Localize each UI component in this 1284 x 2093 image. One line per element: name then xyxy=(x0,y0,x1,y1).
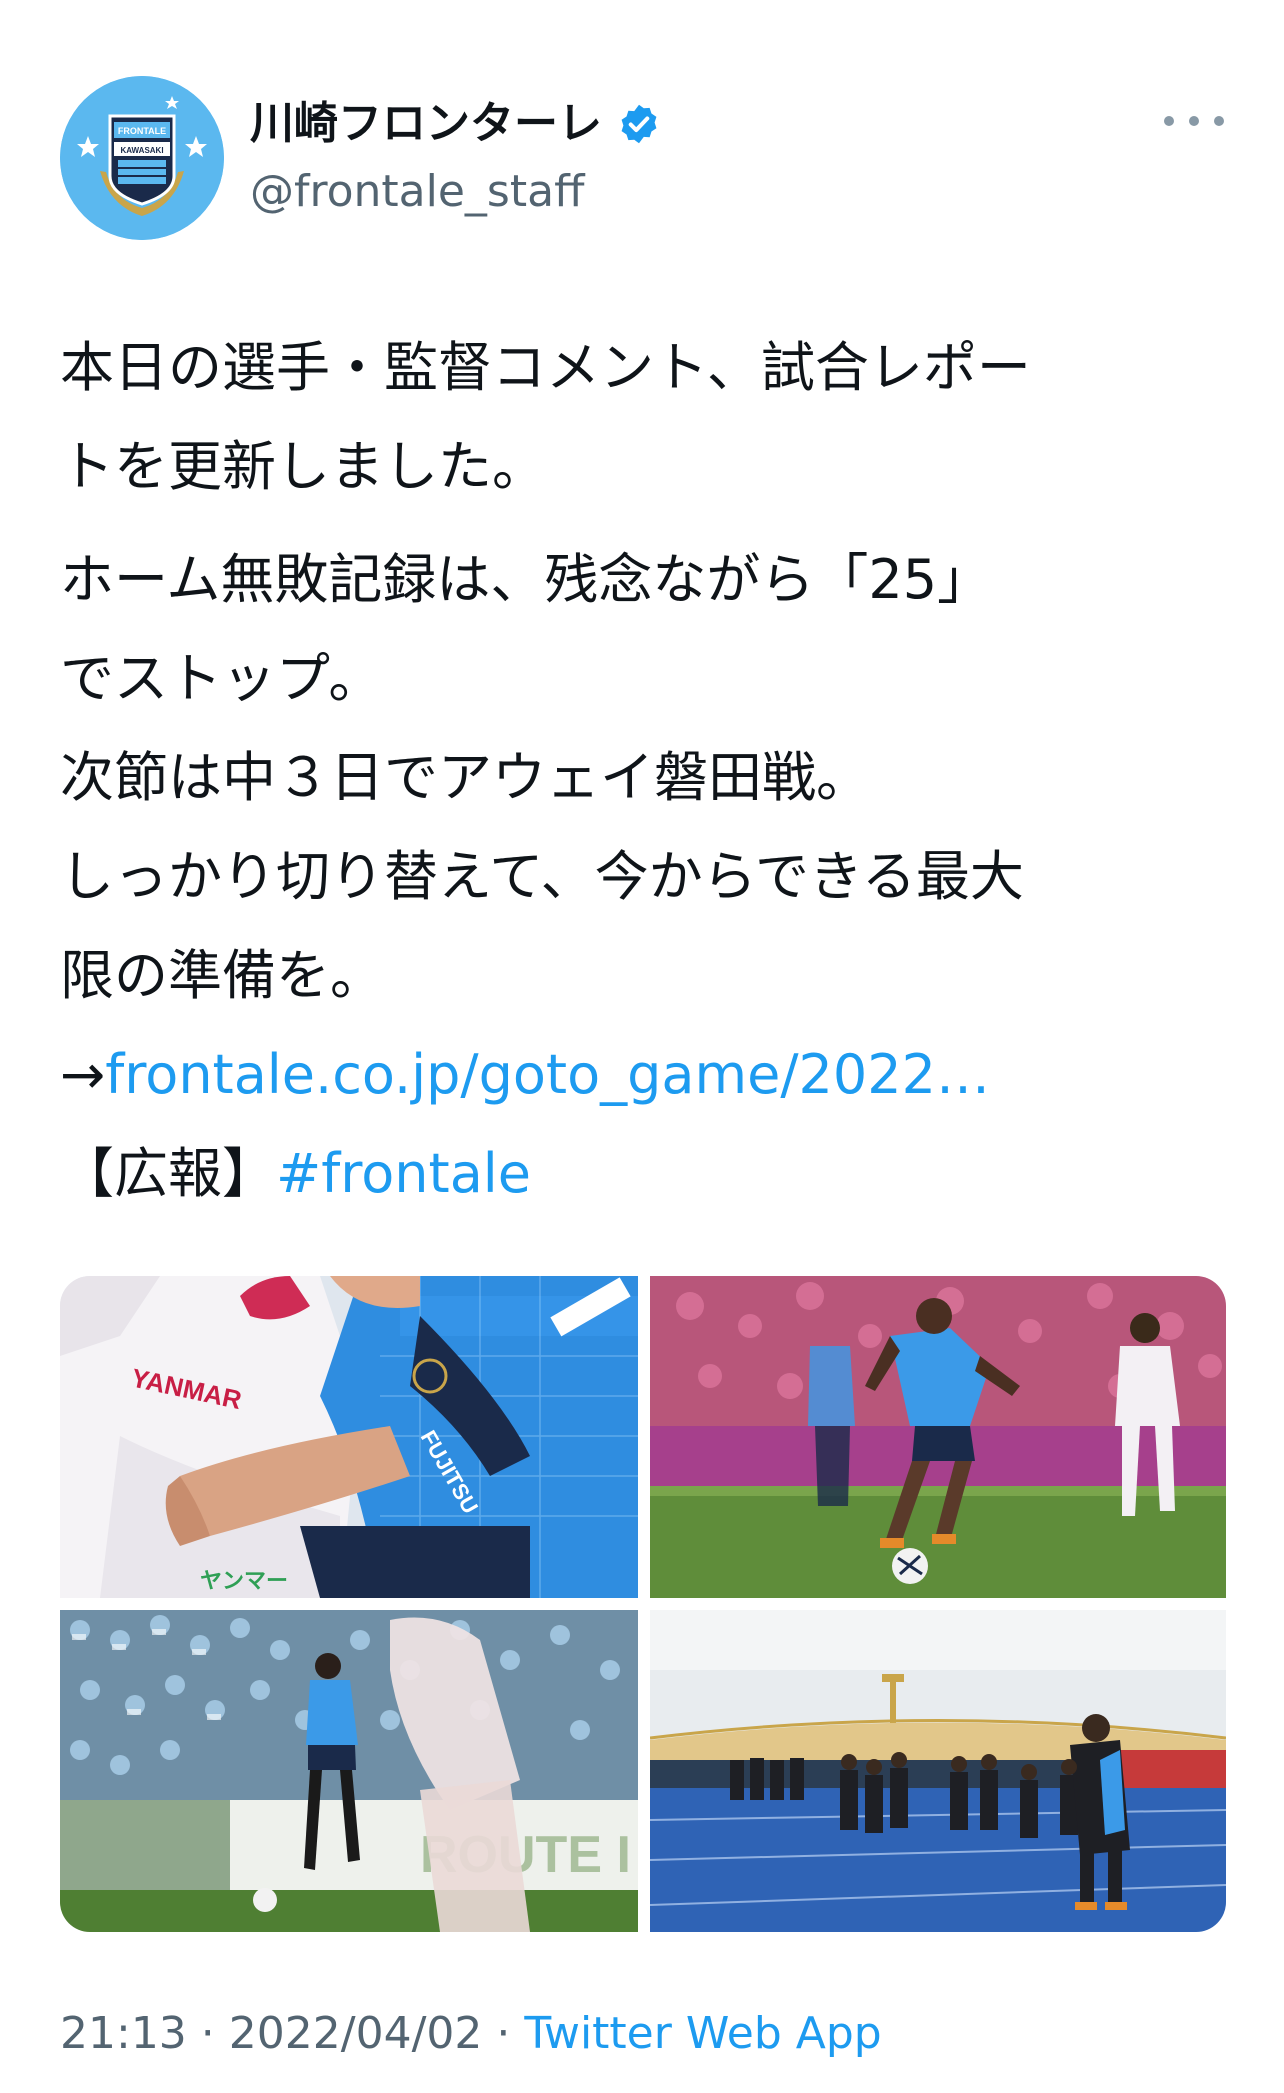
player-closeup-photo[interactable]: YANMAR FUJITSU ヤンマー xyxy=(60,1276,638,1598)
tweet-line: 本日の選手・監督コメント、試合レポー xyxy=(60,336,1031,399)
team-greeting-photo[interactable] xyxy=(650,1610,1226,1932)
tweet-time[interactable]: 21:13 xyxy=(60,2008,187,2059)
tweet-line: でストップ。 xyxy=(60,647,383,710)
svg-text:ヤンマー: ヤンマー xyxy=(200,1569,288,1594)
svg-text:FRONTALE: FRONTALE xyxy=(118,126,166,136)
hashtag-link[interactable]: #frontale xyxy=(276,1142,531,1205)
dot xyxy=(1189,116,1199,126)
media-grid: YANMAR FUJITSU ヤンマー ROUTE I xyxy=(60,1276,1226,1932)
player-crowd-photo[interactable]: ROUTE I xyxy=(60,1610,638,1932)
meta-separator: · xyxy=(482,2008,525,2059)
tweet-header: FRONTALE KAWASAKI 川崎フロンターレ @frontale_sta… xyxy=(60,76,1224,242)
article-link[interactable]: frontale.co.jp/goto_game/2022… xyxy=(105,1043,990,1106)
club-crest-icon: FRONTALE KAWASAKI xyxy=(60,76,224,240)
tweet-body: 本日の選手・監督コメント、試合レポー トを更新しました。 ホーム無敗記録は、残念… xyxy=(60,318,1230,1223)
player-dribbling-photo[interactable] xyxy=(650,1276,1226,1598)
tweet-line: ホーム無敗記録は、残念ながら「25」 xyxy=(60,548,992,611)
user-handle[interactable]: @frontale_staff xyxy=(250,162,661,222)
tweet-date[interactable]: 2022/04/02 xyxy=(229,2008,483,2059)
tweet-line: 次節は中３日でアウェイ磐田戦。 xyxy=(60,746,870,809)
arrow-text: → xyxy=(60,1043,106,1106)
dot xyxy=(1214,116,1224,126)
tweet-line: 限の準備を。 xyxy=(60,944,384,1007)
tag-prefix: 【広報】 xyxy=(60,1142,276,1205)
more-dots-icon[interactable] xyxy=(1164,106,1224,136)
display-name[interactable]: 川崎フロンターレ xyxy=(250,96,602,152)
dot xyxy=(1164,116,1174,126)
tweet-line: しっかり切り替えて、今からできる最大 xyxy=(60,845,1024,908)
tweet-meta: 21:13 · 2022/04/02 · Twitter Web App xyxy=(60,2004,882,2064)
avatar[interactable]: FRONTALE KAWASAKI xyxy=(60,76,224,240)
verified-badge-icon xyxy=(621,104,657,144)
tweet-line: トを更新しました。 xyxy=(60,435,546,498)
tweet-tag-line: 【広報】#frontale xyxy=(60,1124,1230,1223)
meta-separator: · xyxy=(186,2008,229,2059)
svg-text:KAWASAKI: KAWASAKI xyxy=(120,146,163,155)
tweet-source[interactable]: Twitter Web App xyxy=(524,2008,881,2059)
tweet-link-line: →frontale.co.jp/goto_game/2022… xyxy=(60,1025,1230,1124)
